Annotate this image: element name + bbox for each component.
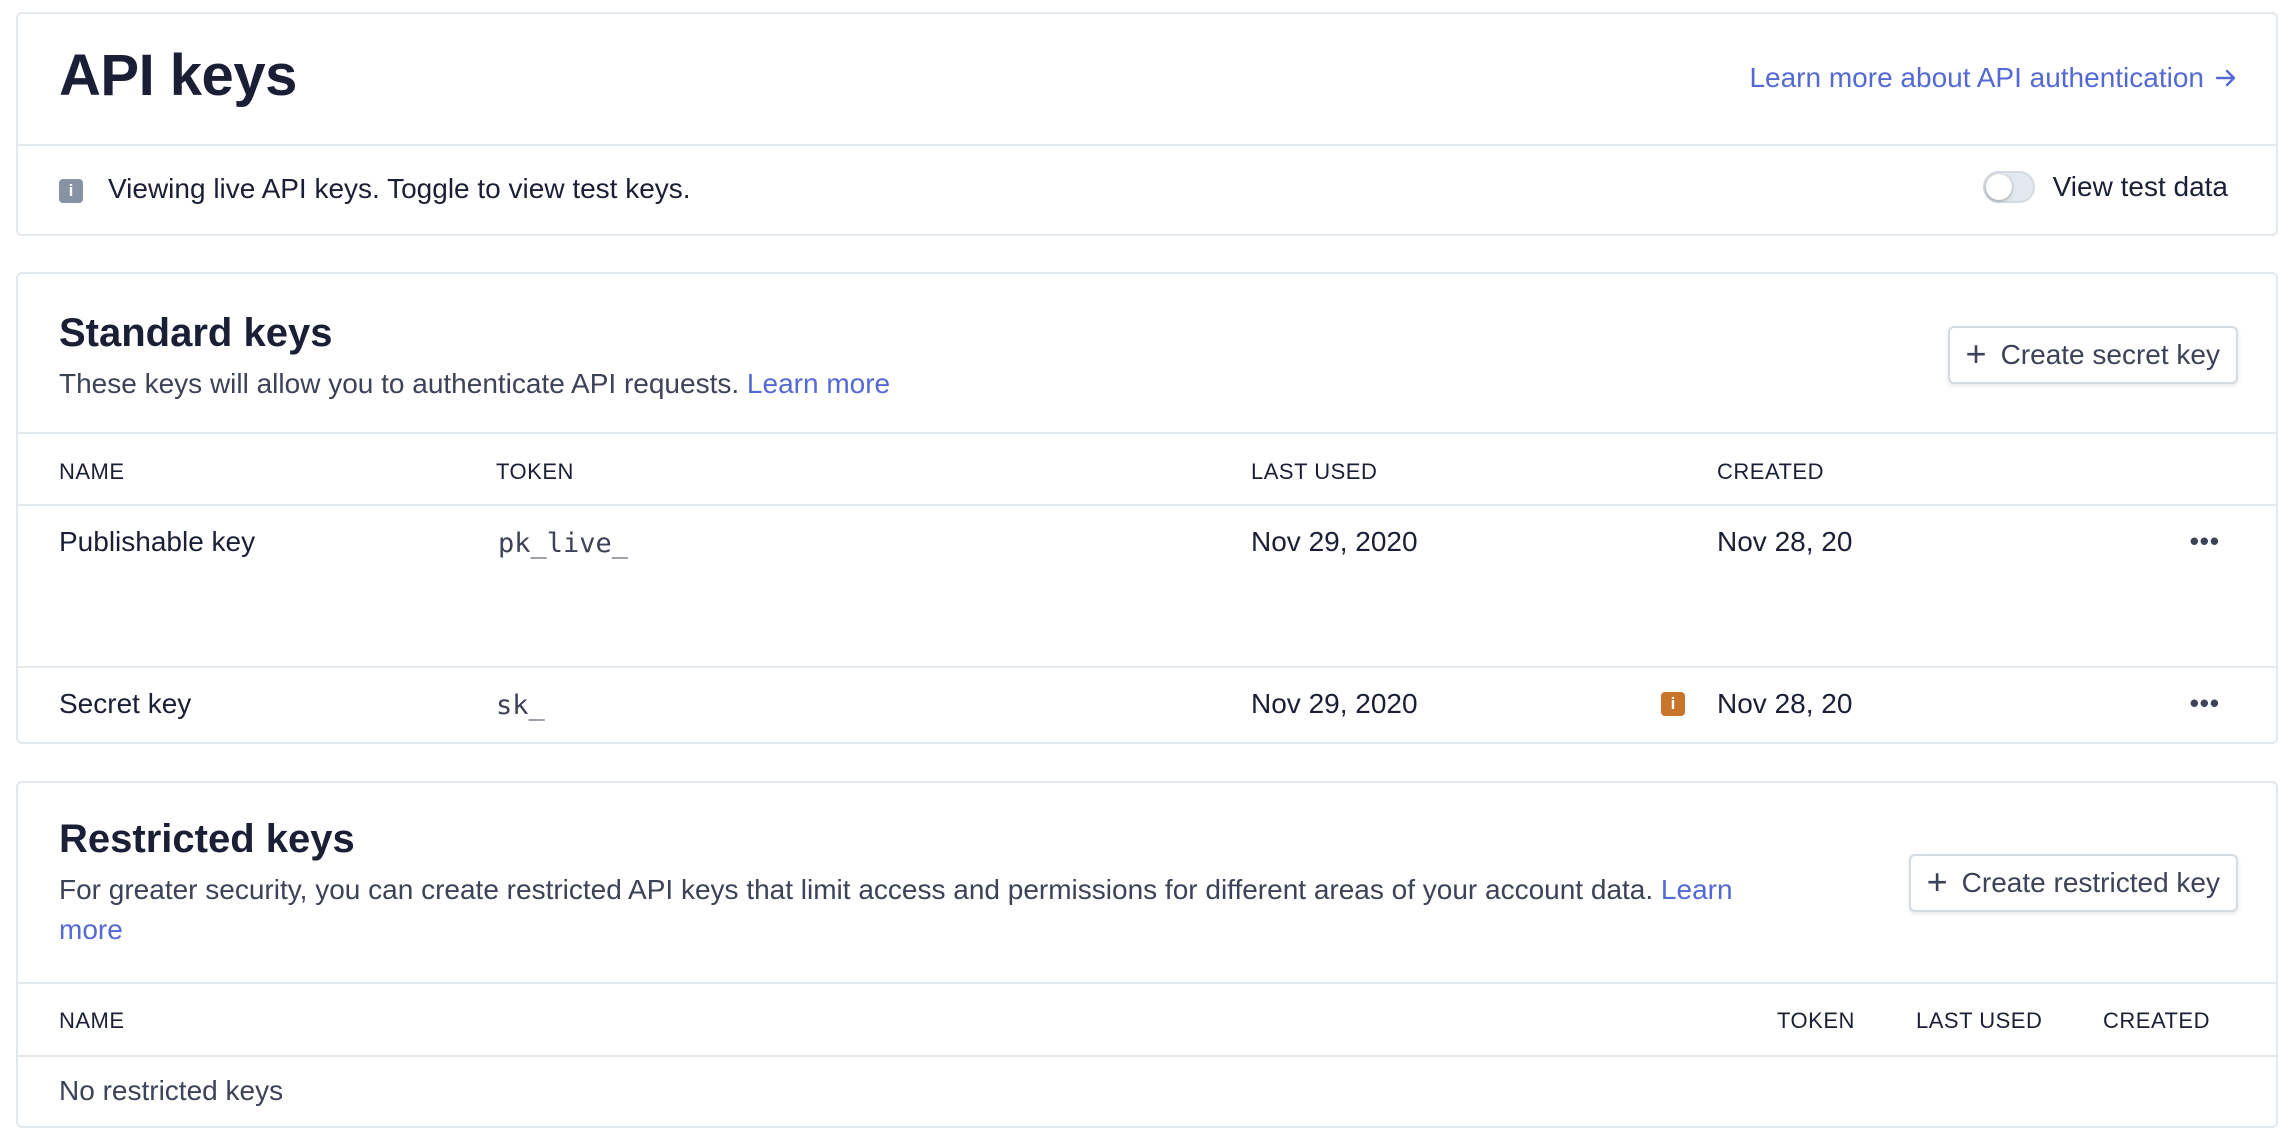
restricted-keys-card: Restricted keys For greater security, yo… (16, 781, 2278, 1128)
row-created: Nov 28, 20 (1717, 688, 1853, 719)
create-restricted-key-button[interactable]: + Create restricted key (1908, 854, 2238, 912)
create-secret-key-button[interactable]: + Create secret key (1947, 326, 2238, 384)
create-restricted-key-label: Create restricted key (1961, 867, 2220, 898)
col-name-header: NAME (59, 459, 125, 484)
standard-keys-description: These keys will allow you to authenticat… (59, 364, 890, 404)
info-icon: i (59, 179, 83, 203)
standard-table-header-divider (18, 504, 2276, 506)
row-menu-icon[interactable]: ••• (2190, 526, 2220, 557)
toggle-label: View test data (2052, 171, 2228, 202)
row-last-used: Nov 29, 2020 (1251, 688, 1418, 719)
standard-row-divider (18, 666, 2276, 668)
learn-api-auth-link-label: Learn more about API authentication (1749, 62, 2204, 93)
restricted-keys-description: For greater security, you can create res… (59, 870, 1859, 950)
col-name-header: NAME (59, 1008, 125, 1033)
row-name: Secret key (59, 688, 192, 719)
row-token[interactable]: sk_ (496, 690, 545, 721)
col-token-header: TOKEN (1777, 1008, 1855, 1033)
standard-desc-text: These keys will allow you to authenticat… (59, 368, 740, 399)
learn-api-auth-link[interactable]: Learn more about API authentication (1749, 62, 2238, 94)
col-created-header: CREATED (2103, 1008, 2210, 1033)
row-created: Nov 28, 20 (1717, 526, 1853, 557)
header-divider (18, 144, 2276, 146)
restricted-table-top-divider (18, 982, 2276, 984)
arrow-right-icon (2215, 69, 2236, 87)
standard-keys-title: Standard keys (59, 311, 333, 355)
api-keys-header-card: API keys Learn more about API authentica… (16, 12, 2278, 236)
create-secret-key-label: Create secret key (2000, 339, 2220, 370)
restricted-table-header-divider (18, 1055, 2276, 1057)
row-menu-icon[interactable]: ••• (2190, 688, 2220, 719)
restricted-desc-text: For greater security, you can create res… (59, 874, 1654, 905)
key-warning-icon[interactable]: i (1661, 692, 1685, 716)
standard-table-top-divider (18, 432, 2276, 434)
row-last-used: Nov 29, 2020 (1251, 526, 1418, 557)
view-test-data-toggle[interactable]: View test data (1982, 171, 2228, 203)
col-last-used-header: LAST USED (1251, 459, 1378, 484)
toggle-switch[interactable] (1982, 171, 2035, 203)
toggle-knob (1985, 174, 2012, 200)
plus-icon: + (1926, 860, 1948, 902)
row-name: Publishable key (59, 526, 256, 557)
restricted-keys-title: Restricted keys (59, 817, 355, 861)
no-restricted-keys-text: No restricted keys (59, 1075, 284, 1106)
col-created-header: CREATED (1717, 459, 1824, 484)
page-title: API keys (59, 43, 297, 108)
col-last-used-header: LAST USED (1916, 1008, 2043, 1033)
plus-icon: + (1965, 332, 1987, 374)
live-keys-notice: Viewing live API keys. Toggle to view te… (108, 173, 691, 204)
col-token-header: TOKEN (496, 459, 574, 484)
row-token[interactable]: pk_live_ (498, 528, 628, 559)
standard-keys-card: Standard keys These keys will allow you … (16, 272, 2278, 744)
standard-learn-more-link[interactable]: Learn more (747, 368, 890, 399)
